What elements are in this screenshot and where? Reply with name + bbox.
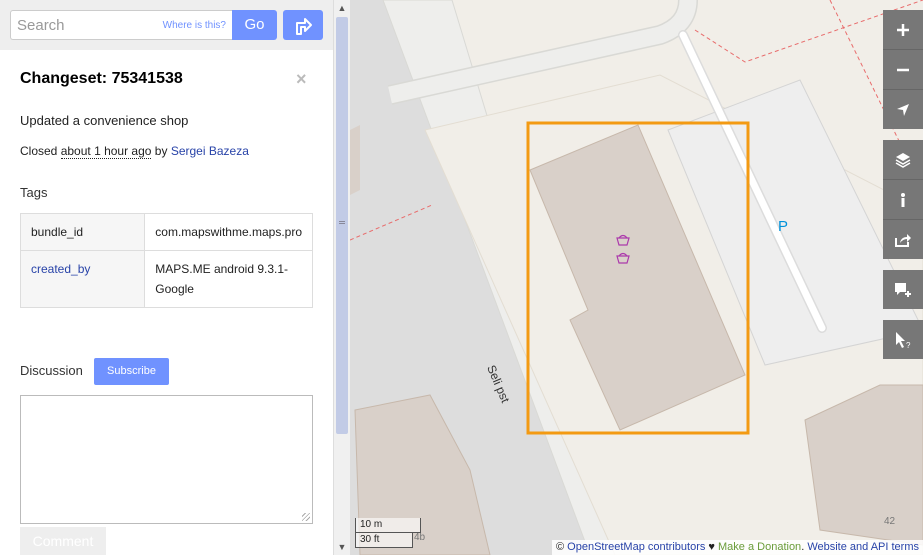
changeset-comment: Updated a convenience shop [20, 113, 189, 128]
query-features-icon: ? [896, 331, 911, 349]
tag-value: com.mapswithme.maps.pro [144, 213, 313, 251]
layers-icon [895, 152, 911, 168]
house-number-label: 42 [884, 516, 896, 527]
svg-text:?: ? [906, 341, 911, 349]
donation-link[interactable]: Make a Donation [718, 541, 801, 553]
closed-time: about 1 hour ago [60, 144, 152, 159]
building [350, 125, 360, 195]
user-link[interactable]: Sergei Bazeza [171, 144, 249, 158]
map-svg: P [350, 0, 923, 555]
sidebar-scrollbar[interactable]: ▲ ▼ [333, 0, 350, 555]
share-icon [895, 233, 911, 247]
directions-icon [296, 18, 312, 35]
info-icon [901, 192, 905, 207]
comment-textarea[interactable] [20, 395, 313, 524]
scrollbar-thumb[interactable] [336, 17, 348, 434]
locate-button[interactable] [883, 90, 923, 129]
search-bar: Search Where is this? Go [0, 0, 333, 50]
table-row: bundle_id com.mapswithme.maps.pro [19, 213, 313, 251]
scroll-up-icon[interactable]: ▲ [336, 2, 348, 14]
tags-table: bundle_id com.mapswithme.maps.pro create… [19, 213, 313, 308]
comment-button[interactable]: Comment [20, 527, 106, 555]
locate-icon [897, 103, 909, 116]
table-row: created_by MAPS.ME android 9.3.1-Google [19, 250, 313, 308]
subscribe-button[interactable]: Subscribe [94, 358, 169, 385]
zoom-out-button[interactable] [883, 50, 923, 90]
closed-prefix: Closed [20, 144, 58, 158]
parking-label: P [778, 218, 788, 235]
heart-icon: ♥ [708, 541, 715, 553]
tags-heading: Tags [20, 185, 48, 200]
scale-metric: 10 m [355, 518, 421, 533]
tag-value: MAPS.ME android 9.3.1-Google [144, 250, 313, 308]
tag-key-link[interactable]: created_by [31, 262, 90, 276]
closed-by: by [154, 144, 168, 158]
tag-key: bundle_id [19, 213, 146, 251]
resize-grip-icon[interactable] [302, 513, 310, 521]
note-controls [883, 270, 923, 309]
info-button[interactable] [883, 180, 923, 220]
zoom-controls [883, 10, 923, 129]
map-attribution: © OpenStreetMap contributors ♥ Make a Do… [552, 540, 923, 555]
copyright-symbol: © [556, 541, 565, 553]
query-controls: ? [883, 320, 923, 359]
search-placeholder: Search [17, 17, 65, 34]
share-button[interactable] [883, 220, 923, 259]
changeset-title: Changeset: 75341538 [20, 70, 183, 87]
tag-key: created_by [19, 250, 146, 308]
osm-contributors-link[interactable]: OpenStreetMap contributors [567, 541, 705, 553]
close-icon[interactable]: × [296, 69, 307, 90]
add-note-button[interactable] [883, 270, 923, 309]
zoom-out-icon [897, 68, 909, 71]
sidebar: Search Where is this? Go Changeset: 7534… [0, 0, 333, 555]
zoom-in-button[interactable] [883, 10, 923, 50]
where-is-this-link[interactable]: Where is this? [163, 20, 226, 31]
map-canvas[interactable]: P [350, 0, 923, 555]
terms-link[interactable]: Website and API terms [807, 541, 919, 553]
grip-icon [339, 221, 345, 224]
query-features-button[interactable]: ? [883, 320, 923, 359]
layers-button[interactable] [883, 140, 923, 180]
add-note-icon [895, 282, 911, 297]
search-input[interactable]: Search Where is this? [10, 10, 232, 40]
discussion-heading: Discussion [20, 363, 83, 378]
scale-bar: 10 m 30 ft [355, 518, 421, 548]
zoom-in-icon [897, 23, 909, 36]
closed-info: Closed about 1 hour ago by Sergei Bazeza [20, 144, 249, 159]
directions-button[interactable] [283, 10, 323, 40]
go-button[interactable]: Go [232, 10, 277, 40]
scroll-down-icon[interactable]: ▼ [336, 541, 348, 553]
layer-controls [883, 140, 923, 259]
scale-imperial: 30 ft [355, 533, 413, 548]
